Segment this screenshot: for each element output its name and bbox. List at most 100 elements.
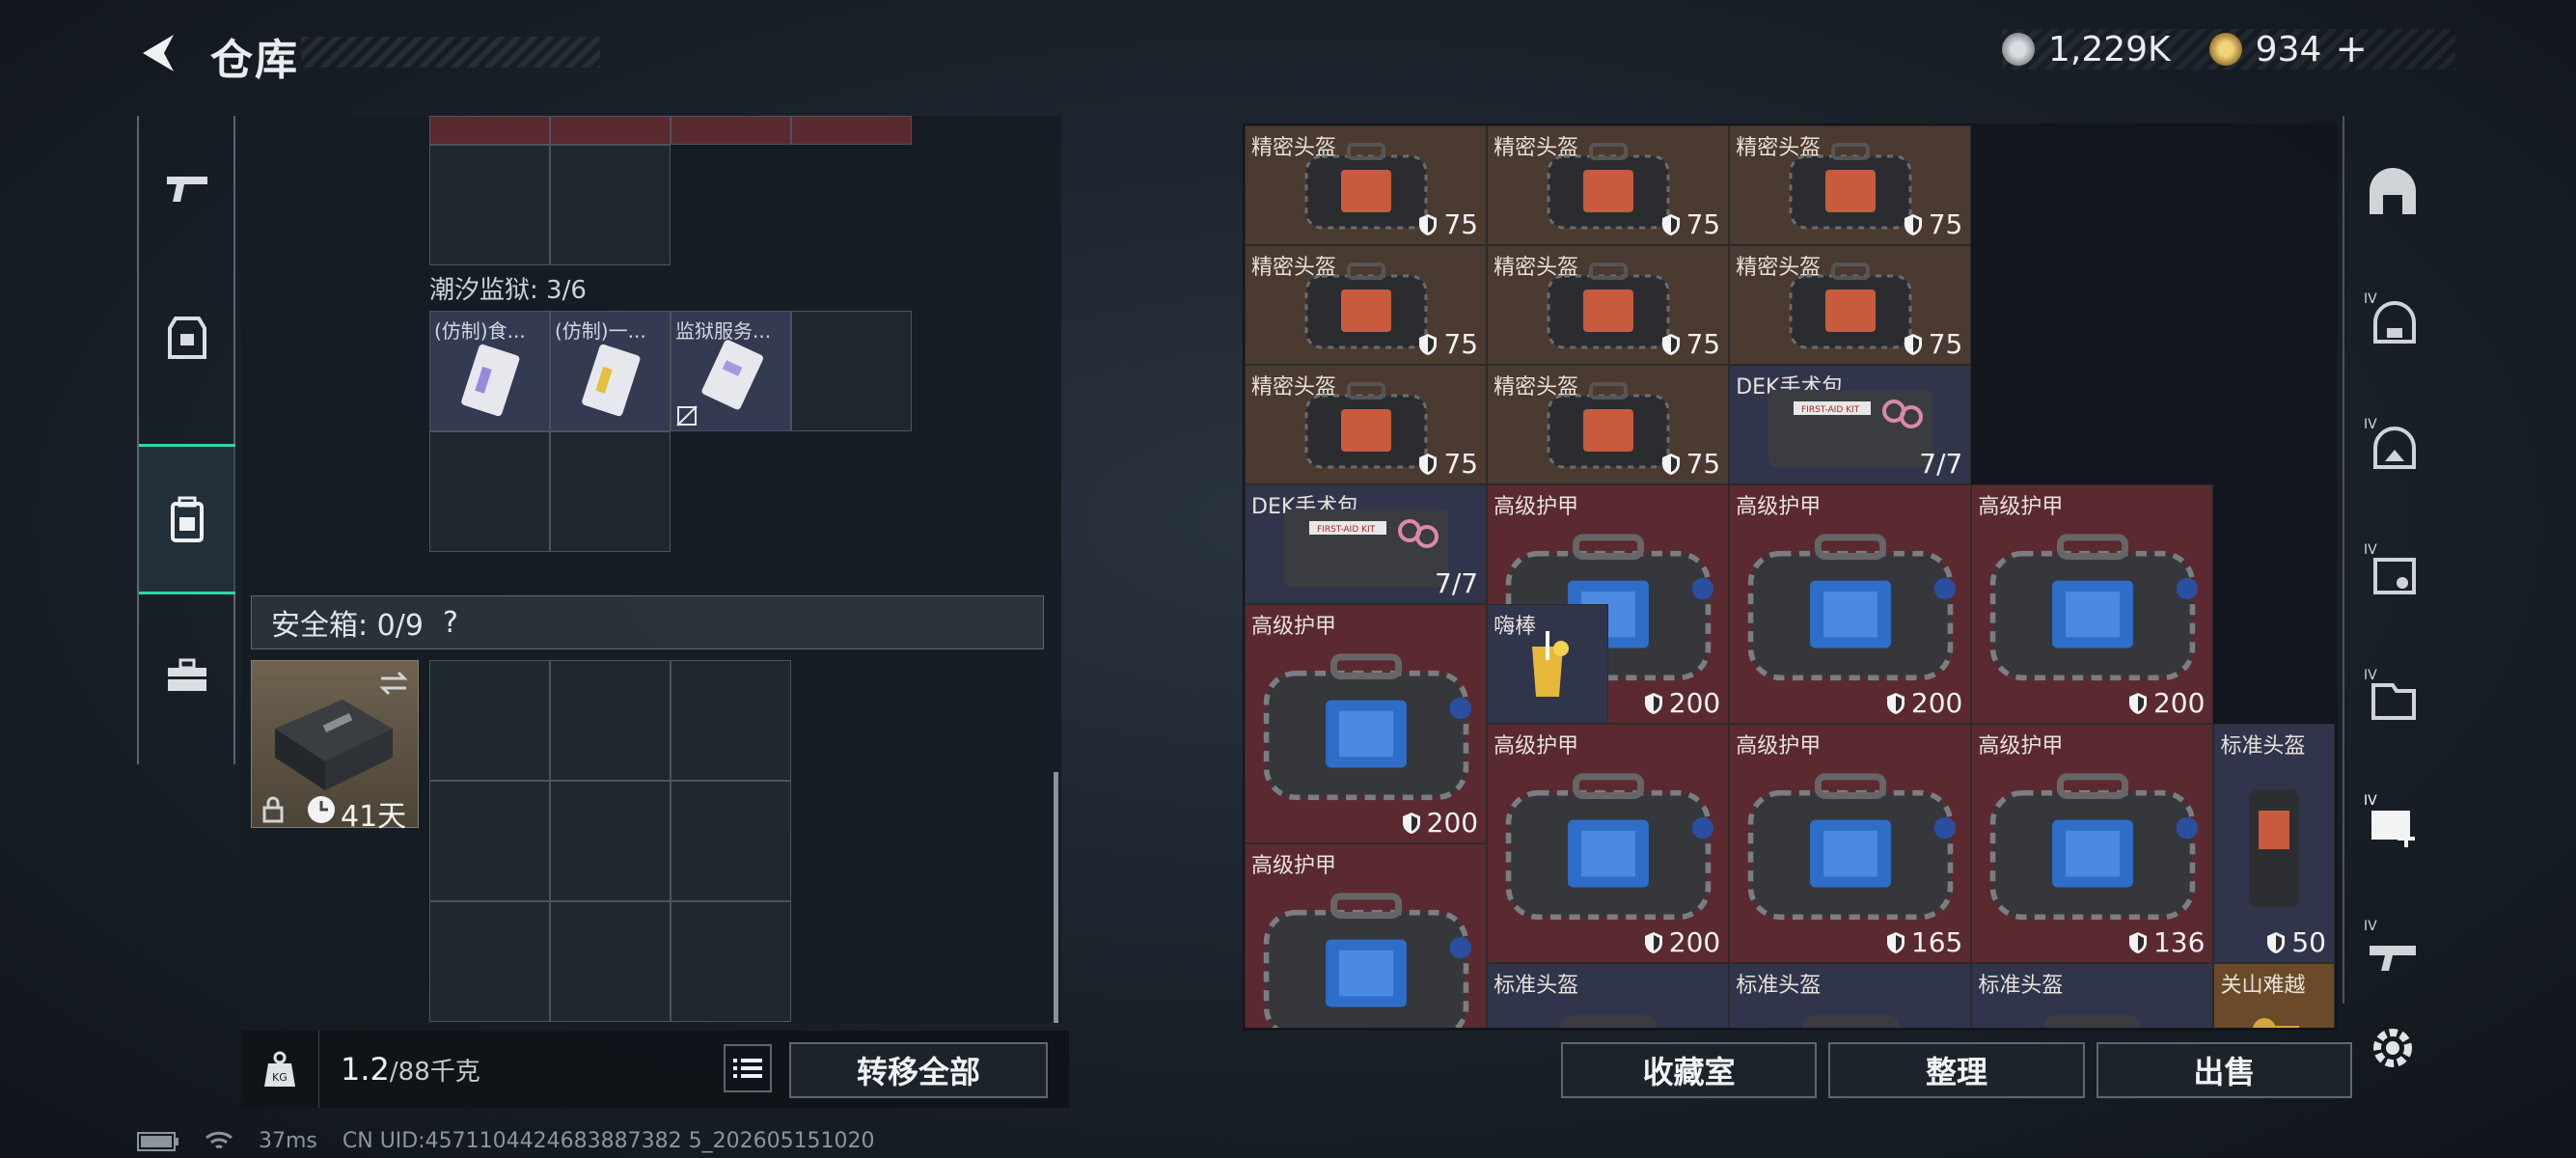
stash-item-name: 高级护甲 <box>1251 615 1337 639</box>
durability-shield-icon <box>2128 931 2147 953</box>
stash-item[interactable]: 精密头盔 75 <box>1487 365 1730 484</box>
stash-item[interactable]: 标准头盔 50 <box>2213 724 2335 963</box>
stash-item[interactable]: 精密头盔 75 <box>1245 125 1488 245</box>
sell-button[interactable]: 出售 <box>2096 1042 2352 1098</box>
item-slot[interactable]: (仿制)一... <box>550 311 671 431</box>
stash-panel: 精密头盔 75 精密头盔 75 精密头盔 75 精密头盔 75 精密头盔 75 精密头盔 75 精密头盔… <box>1243 124 2338 1031</box>
item-slot[interactable]: 监狱服务... <box>671 311 791 431</box>
durability-shield-icon <box>1644 931 1662 953</box>
stash-item[interactable]: 高级护甲 <box>1245 843 1488 1028</box>
gear-icon <box>2373 1029 2412 1067</box>
category-armor[interactable] <box>139 265 235 410</box>
back-button[interactable] <box>135 29 183 77</box>
stash-item-value: 75 <box>1904 208 1962 240</box>
tier4-helmet-icon[interactable]: IV <box>2364 290 2422 347</box>
stash-item-name: 标准头盔 <box>2220 734 2306 758</box>
stash-item[interactable]: 高级护甲 165 <box>1729 724 1972 963</box>
category-backpack[interactable] <box>139 444 235 594</box>
grid-cell[interactable] <box>429 431 550 552</box>
transfer-all-button[interactable]: 转移全部 <box>789 1042 1048 1098</box>
durability-shield-icon <box>1419 333 1438 355</box>
item-slot[interactable]: (仿制)食... <box>429 311 550 431</box>
stash-item-value: 200 <box>1402 807 1478 839</box>
stash-item-name: 高级护甲 <box>1978 734 2064 758</box>
grid-cell[interactable] <box>791 311 912 431</box>
help-button[interactable]: ? <box>443 606 458 640</box>
durability-shield-icon <box>2267 931 2286 953</box>
stash-item[interactable]: 标准头盔 <box>1971 963 2214 1028</box>
category-toolbox[interactable] <box>139 603 235 748</box>
stash-item-value-text: 75 <box>1685 328 1721 360</box>
stash-item-name: 高级护甲 <box>1736 734 1822 758</box>
sort-button[interactable]: 整理 <box>1828 1042 2085 1098</box>
svg-text:IV: IV <box>2364 291 2377 307</box>
grid-cell[interactable] <box>429 901 550 1022</box>
grid-cell[interactable] <box>671 901 791 1022</box>
svg-text:IV: IV <box>2364 417 2377 432</box>
grid-cell[interactable] <box>671 660 791 781</box>
stash-item[interactable]: 高级护甲 200 <box>1729 484 1972 724</box>
stash-item[interactable]: 精密头盔 75 <box>1487 125 1730 245</box>
stash-grid: 精密头盔 75 精密头盔 75 精密头盔 75 精密头盔 75 精密头盔 75 精密头盔 75 精密头盔… <box>1245 125 2335 1028</box>
tier4-medkit-icon[interactable]: IV <box>2364 791 2422 849</box>
left-scrollbar[interactable] <box>1054 772 1058 1023</box>
grid-cell[interactable] <box>550 781 671 901</box>
helmet-icon[interactable] <box>2364 164 2422 222</box>
grid-cell[interactable] <box>671 781 791 901</box>
category-weapons[interactable] <box>139 116 235 261</box>
title-stripe <box>301 37 600 68</box>
swap-icon[interactable] <box>377 669 410 698</box>
tier4-armor-icon[interactable]: IV <box>2364 540 2422 598</box>
stash-item-value-text: 75 <box>1928 328 1963 360</box>
stash-item[interactable]: 精密头盔 75 <box>1729 125 1972 245</box>
armor-bag-icon <box>1747 773 1956 921</box>
durability-shield-icon <box>1661 333 1680 355</box>
svg-text:IV: IV <box>2364 542 2377 558</box>
grid-cell[interactable] <box>550 660 671 781</box>
stash-item[interactable]: 精密头盔 75 <box>1245 365 1488 484</box>
stash-item[interactable]: 关山难越 <box>2213 963 2335 1028</box>
stash-item[interactable]: 高级护甲 136 <box>1971 724 2214 963</box>
stash-item[interactable]: 精密头盔 75 <box>1487 245 1730 365</box>
list-icon <box>733 1059 762 1078</box>
stash-item[interactable]: 高级护甲 200 <box>1971 484 2214 724</box>
svg-text:IV: IV <box>2364 919 2377 934</box>
helmet-bag-icon <box>1547 262 1670 349</box>
stash-item-value-text: 165 <box>1910 926 1963 958</box>
collection-button[interactable]: 收藏室 <box>1561 1042 1818 1098</box>
stash-item[interactable]: 嗨棒 <box>1487 604 1608 724</box>
grid-cell[interactable] <box>550 901 671 1022</box>
stash-item-value-text: 200 <box>2152 687 2206 719</box>
grid-cell[interactable] <box>429 145 550 265</box>
stash-item[interactable]: DEK手术包 FIRST-AID KIT 7/7 <box>1729 365 1972 484</box>
stash-item[interactable]: 高级护甲 200 <box>1245 604 1488 843</box>
stash-item[interactable]: 高级护甲 200 <box>1487 724 1730 963</box>
grid-cell[interactable] <box>791 116 912 145</box>
settings-button[interactable] <box>2366 1021 2420 1075</box>
grid-cell[interactable] <box>550 145 671 265</box>
stash-item-value-text: 200 <box>1426 807 1479 839</box>
stash-item-name: 高级护甲 <box>1494 734 1579 758</box>
tier4-rig-icon[interactable]: IV <box>2364 666 2422 724</box>
grid-cell[interactable] <box>429 660 550 781</box>
stash-item[interactable]: 精密头盔 75 <box>1245 245 1488 365</box>
surgery-kit-icon: FIRST-AID KIT <box>1283 510 1448 588</box>
stash-item[interactable]: 标准头盔 <box>1487 963 1730 1028</box>
helmet-bag-icon <box>1789 143 1912 230</box>
grid-cell[interactable] <box>550 116 671 145</box>
standard-helmet-icon <box>1559 1015 1657 1028</box>
stash-item[interactable]: 精密头盔 75 <box>1729 245 1972 365</box>
safe-box-container[interactable]: 41天 <box>251 660 419 834</box>
tier4-weapon-icon[interactable]: IV <box>2364 917 2422 975</box>
item-label: (仿制)一... <box>555 319 646 343</box>
grid-cell[interactable] <box>429 781 550 901</box>
grid-cell[interactable] <box>429 116 550 145</box>
list-view-button[interactable] <box>724 1044 772 1092</box>
stash-item[interactable]: DEK手术包 FIRST-AID KIT 7/7 <box>1245 484 1488 604</box>
add-currency-button[interactable]: + <box>2335 27 2368 71</box>
helmet-bag-icon <box>1547 143 1670 230</box>
tier4-helmet-icon-2[interactable]: IV <box>2364 415 2422 473</box>
stash-item[interactable]: 标准头盔 <box>1729 963 1972 1028</box>
grid-cell[interactable] <box>550 431 671 552</box>
grid-cell[interactable] <box>671 116 791 145</box>
